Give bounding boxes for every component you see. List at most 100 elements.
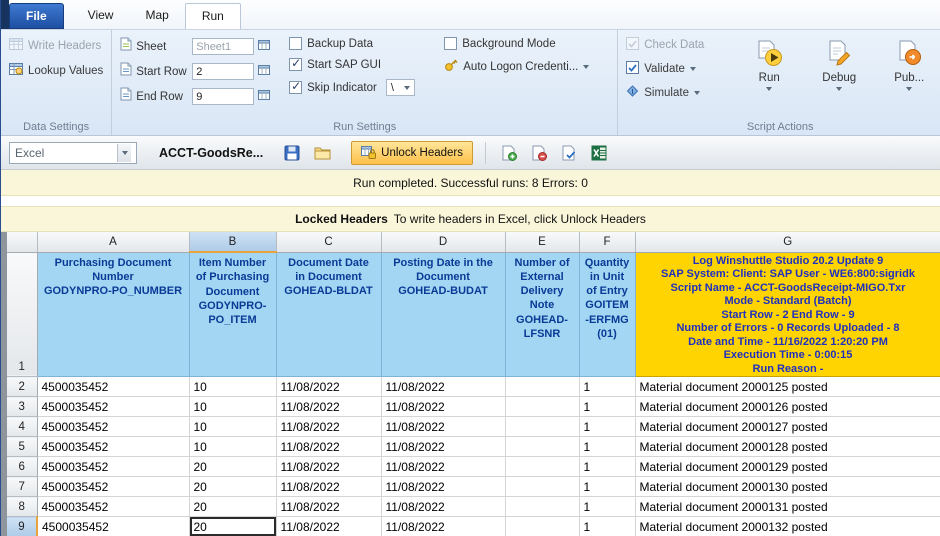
column-header-G[interactable]: G [635,232,940,252]
header-cell-A[interactable]: Purchasing Document Number GODYNPRO-PO_N… [37,252,189,377]
cell-C8[interactable]: 11/08/2022 [276,497,381,517]
skip-indicator-checkbox-box[interactable] [289,81,302,94]
check-data-button[interactable]: Check Data [626,37,730,53]
background-mode-checkbox-box[interactable] [444,37,457,50]
column-header-D[interactable]: D [381,232,505,252]
add-document-button[interactable] [498,142,520,164]
cell-A8[interactable]: 4500035452 [37,497,189,517]
row-header-7[interactable]: 7 [7,477,37,497]
debug-button[interactable]: Debug [814,37,864,109]
cell-A6[interactable]: 4500035452 [37,457,189,477]
cell-D3[interactable]: 11/08/2022 [381,397,505,417]
open-folder-button[interactable] [311,142,333,164]
cell-D9[interactable]: 11/08/2022 [381,517,505,536]
cell-D2[interactable]: 11/08/2022 [381,377,505,397]
mode-select[interactable]: Excel [9,142,137,164]
cell-F7[interactable]: 1 [579,477,635,497]
remove-document-button[interactable] [528,142,550,164]
header-cell-C[interactable]: Document Date in Document GOHEAD-BLDAT [276,252,381,377]
row-header-6[interactable]: 6 [7,457,37,477]
cell-D4[interactable]: 11/08/2022 [381,417,505,437]
header-cell-E[interactable]: Number of External Delivery Note GOHEAD-… [505,252,579,377]
background-mode-checkbox[interactable]: Background Mode [444,37,609,50]
cell-E2[interactable] [505,377,579,397]
header-cell-D[interactable]: Posting Date in the Document GOHEAD-BUDA… [381,252,505,377]
cell-E7[interactable] [505,477,579,497]
cell-C5[interactable]: 11/08/2022 [276,437,381,457]
row-header-3[interactable]: 3 [7,397,37,417]
cell-A5[interactable]: 4500035452 [37,437,189,457]
unlock-headers-button[interactable]: Unlock Headers [351,141,473,165]
cell-D6[interactable]: 11/08/2022 [381,457,505,477]
cell-G9[interactable]: Material document 2000132 posted [635,517,940,536]
row-header-1[interactable]: 1 [7,252,37,377]
cell-C9[interactable]: 11/08/2022 [276,517,381,536]
cell-B3[interactable]: 10 [189,397,276,417]
cell-E3[interactable] [505,397,579,417]
column-header-B[interactable]: B [189,232,276,252]
select-all-corner[interactable] [7,232,37,252]
tab-map[interactable]: Map [129,3,184,29]
cell-G8[interactable]: Material document 2000131 posted [635,497,940,517]
update-document-button[interactable] [558,142,580,164]
combo-caret[interactable] [117,144,131,162]
row-header-5[interactable]: 5 [7,437,37,457]
simulate-button[interactable]: Simulate [626,85,730,101]
backup-data-checkbox-box[interactable] [289,37,302,50]
tab-run[interactable]: Run [185,3,241,29]
tab-file[interactable]: File [9,3,64,29]
cell-B4[interactable]: 10 [189,417,276,437]
run-button[interactable]: Run [744,37,794,109]
header-cell-B[interactable]: Item Number of Purchasing Document GODYN… [189,252,276,377]
cell-C4[interactable]: 11/08/2022 [276,417,381,437]
cell-E6[interactable] [505,457,579,477]
skip-indicator-dropdown[interactable]: \ [386,79,415,96]
backup-data-checkbox[interactable]: Backup Data [289,37,444,50]
end-row-input[interactable] [192,88,254,105]
row-header-4[interactable]: 4 [7,417,37,437]
sheet-input[interactable] [192,38,254,55]
row-header-2[interactable]: 2 [7,377,37,397]
cell-E8[interactable] [505,497,579,517]
cell-G7[interactable]: Material document 2000130 posted [635,477,940,497]
tab-view[interactable]: View [72,3,130,29]
column-header-F[interactable]: F [579,232,635,252]
cell-G2[interactable]: Material document 2000125 posted [635,377,940,397]
save-button[interactable] [281,142,303,164]
cell-G3[interactable]: Material document 2000126 posted [635,397,940,417]
cell-F3[interactable]: 1 [579,397,635,417]
lookup-values-button[interactable]: Lookup Values [9,62,103,79]
cell-A9[interactable]: 4500035452 [37,517,189,536]
cell-A3[interactable]: 4500035452 [37,397,189,417]
row-header-9[interactable]: 9 [7,517,37,536]
cell-A7[interactable]: 4500035452 [37,477,189,497]
cell-G4[interactable]: Material document 2000127 posted [635,417,940,437]
start-sap-gui-checkbox-box[interactable] [289,58,302,71]
cell-F4[interactable]: 1 [579,417,635,437]
cell-E5[interactable] [505,437,579,457]
row-header-8[interactable]: 8 [7,497,37,517]
cell-G6[interactable]: Material document 2000129 posted [635,457,940,477]
cell-D7[interactable]: 11/08/2022 [381,477,505,497]
cell-A2[interactable]: 4500035452 [37,377,189,397]
cell-B8[interactable]: 20 [189,497,276,517]
excel-icon[interactable] [588,142,610,164]
cell-F6[interactable]: 1 [579,457,635,477]
skip-indicator-checkbox[interactable]: Skip Indicator \ [289,79,444,96]
cell-E9[interactable] [505,517,579,536]
column-header-A[interactable]: A [37,232,189,252]
column-header-C[interactable]: C [276,232,381,252]
cell-G5[interactable]: Material document 2000128 posted [635,437,940,457]
validate-button[interactable]: Validate [626,61,730,77]
cell-B5[interactable]: 10 [189,437,276,457]
cell-B9[interactable]: 20 [189,517,276,536]
column-header-E[interactable]: E [505,232,579,252]
cell-B6[interactable]: 20 [189,457,276,477]
cell-F5[interactable]: 1 [579,437,635,457]
header-cell-G[interactable]: Log Winshuttle Studio 20.2 Update 9 SAP … [635,252,940,377]
publish-button[interactable]: Pub... [884,37,934,109]
cell-F2[interactable]: 1 [579,377,635,397]
sheet-picker-icon[interactable] [258,38,270,56]
cell-C3[interactable]: 11/08/2022 [276,397,381,417]
cell-D5[interactable]: 11/08/2022 [381,437,505,457]
